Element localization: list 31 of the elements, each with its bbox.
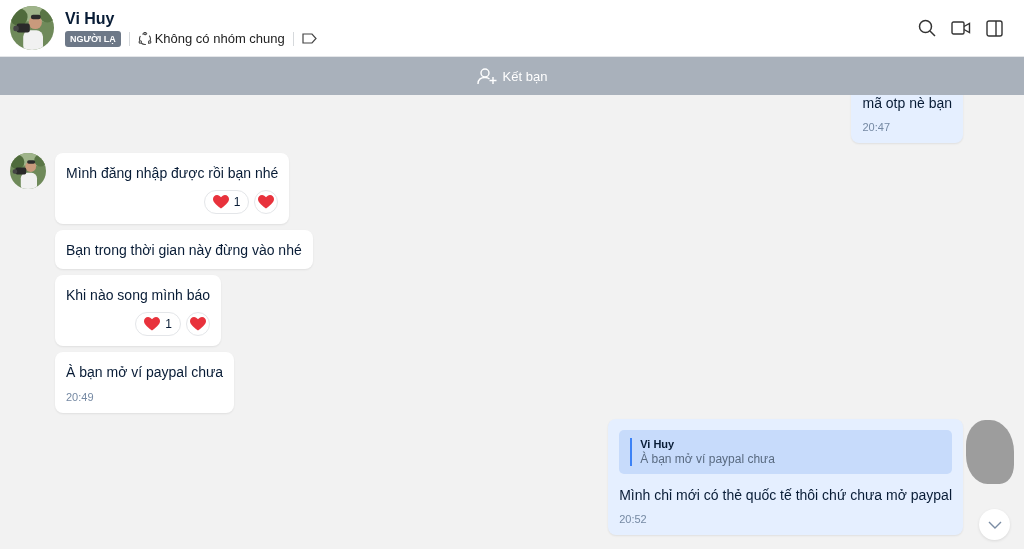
message-time: 20:47 <box>862 121 891 133</box>
sidebar-toggle-icon[interactable] <box>986 19 1003 37</box>
scribble-mark <box>966 420 1014 484</box>
add-friend-icon <box>476 67 497 85</box>
quote-author: Vi Huy <box>630 438 941 450</box>
message-text: À bạn mở ví paypal chưa <box>66 363 224 381</box>
common-groups-link[interactable]: Không có nhóm chung <box>137 31 285 46</box>
message-text: Khi nào song mình báo <box>66 286 210 304</box>
contact-name: Vi Huy <box>65 9 116 28</box>
heart-icon <box>258 195 275 209</box>
heart-icon <box>144 317 161 331</box>
message-text: mã otp nè bạn <box>862 95 952 112</box>
message-text: Bạn trong thời gian này đừng vào nhé <box>66 241 302 259</box>
quoted-message[interactable]: Vi Huy À bạn mở ví paypal chưa <box>619 430 952 474</box>
reaction-count[interactable]: 1 <box>135 312 181 336</box>
tag-icon[interactable] <box>301 33 317 44</box>
stranger-badge: NGƯỜI LẠ <box>65 30 121 47</box>
heart-icon <box>190 317 206 331</box>
search-icon[interactable] <box>918 19 936 37</box>
react-button[interactable] <box>186 312 210 336</box>
message-text: Mình đăng nhập được rồi bạn nhé <box>66 164 279 182</box>
heart-icon <box>212 195 229 209</box>
message-time: 20:49 <box>66 391 95 403</box>
message-text: Mình chỉ mới có thẻ quốc tế thôi chứ chưa mở paypal <box>619 486 952 504</box>
quote-text: À bạn mở ví paypal chưa <box>630 450 941 466</box>
reaction-count[interactable]: 1 <box>203 190 250 214</box>
groups-icon <box>137 31 152 46</box>
video-call-icon[interactable] <box>951 21 971 35</box>
react-button[interactable] <box>254 190 279 214</box>
chevron-down-icon <box>987 520 1002 529</box>
message-time: 20:52 <box>619 513 648 525</box>
